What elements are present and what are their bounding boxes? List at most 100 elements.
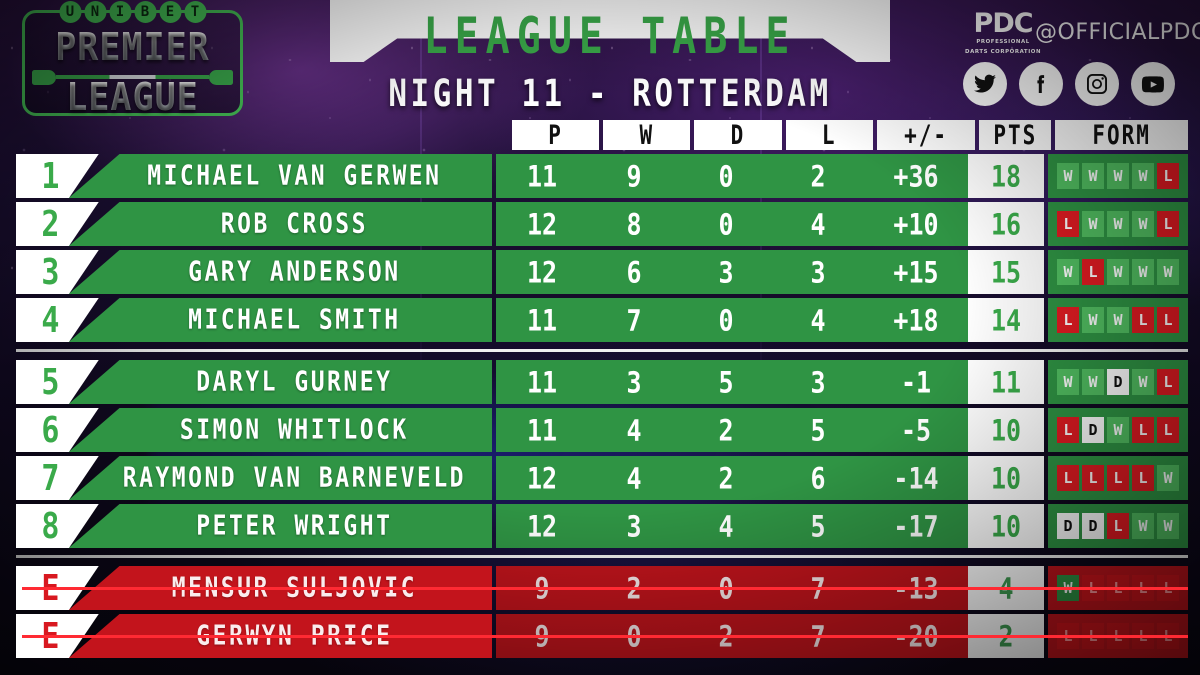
player-name-text: SIMON WHITLOCK	[179, 414, 409, 446]
position-badge-text: 6	[41, 409, 60, 451]
unibet-letter: U	[59, 1, 81, 23]
form-badge-l: L	[1157, 417, 1179, 443]
unibet-letter: B	[134, 1, 156, 23]
cell-played-text: 11	[526, 302, 558, 338]
column-header-l: L	[785, 120, 873, 150]
cell-points-text: 10	[990, 508, 1022, 544]
table-row[interactable]: E MENSUR SULJOVIC 9 2 0 7 -13 4 W L L L L	[16, 566, 1188, 610]
cell-leg-difference-text: -1	[900, 364, 932, 400]
cell-points: 15	[968, 250, 1044, 294]
cell-played-text: 9	[534, 618, 550, 654]
table-row[interactable]: E GERWYN PRICE 9 0 2 7 -20 2 L L L L L	[16, 614, 1188, 658]
cell-drawn: 5	[680, 360, 772, 404]
cell-won: 3	[588, 360, 680, 404]
player-name: GARY ANDERSON	[68, 250, 492, 294]
form-badge-l: L	[1157, 307, 1179, 333]
row-stats: 12 3 4 5 -17 10 D D L W W	[496, 504, 1188, 548]
social-links	[963, 62, 1175, 106]
column-header-w: W	[603, 120, 691, 150]
cell-leg-difference-text: -13	[893, 570, 939, 606]
table-row[interactable]: 1 MICHAEL VAN GERWEN 11 9 0 2 +36 18 W W W W L	[16, 154, 1188, 198]
cell-leg-difference: +10	[864, 202, 968, 246]
row-stats: 11 4 2 5 -5 10 L D W L L	[496, 408, 1188, 452]
instagram-icon[interactable]	[1075, 62, 1119, 106]
table-row[interactable]: 6 SIMON WHITLOCK 11 4 2 5 -5 10 L D W L L	[16, 408, 1188, 452]
pdc-handle: @OFFICIALPDC	[1035, 20, 1200, 45]
cell-won-text: 4	[626, 412, 642, 448]
form-badge-l: L	[1082, 575, 1104, 601]
cell-played: 12	[496, 504, 588, 548]
cell-drawn-text: 2	[718, 460, 734, 496]
form-guide: DDLWW	[1048, 504, 1188, 548]
cell-played: 12	[496, 456, 588, 500]
row-stats: 9 0 2 7 -20 2 L L L L L	[496, 614, 1188, 658]
pdc-logo: PDC PROFESSIONAL DARTS CORPORATION	[965, 10, 1041, 56]
form-badge-l: L	[1132, 307, 1154, 333]
player-name: MICHAEL VAN GERWEN	[68, 154, 492, 198]
youtube-icon[interactable]	[1131, 62, 1175, 106]
cell-won-text: 7	[626, 302, 642, 338]
player-name: MICHAEL SMITH	[68, 298, 492, 342]
row-stats: 11 3 5 3 -1 11 W W D W L	[496, 360, 1188, 404]
pdc-wordmark: PDC	[973, 8, 1034, 39]
cell-points: 18	[968, 154, 1044, 198]
cell-lost-text: 7	[810, 570, 826, 606]
cell-won: 4	[588, 456, 680, 500]
form-guide: LWWWL	[1048, 202, 1188, 246]
table-row[interactable]: 5 DARYL GURNEY 11 3 5 3 -1 11 W W D W L	[16, 360, 1188, 404]
cell-leg-difference-text: +36	[893, 158, 939, 194]
form-badge-w: W	[1107, 211, 1129, 237]
cell-won: 7	[588, 298, 680, 342]
cell-won-text: 4	[626, 460, 642, 496]
form-badge-w: W	[1157, 465, 1179, 491]
position-badge-text: 2	[41, 203, 60, 245]
cell-points: 11	[968, 360, 1044, 404]
cell-leg-difference: -13	[864, 566, 968, 610]
player-name-text: GERWYN PRICE	[196, 620, 393, 652]
form-badge-w: W	[1132, 369, 1154, 395]
cell-leg-difference-text: -14	[893, 460, 939, 496]
form-badge-l: L	[1107, 513, 1129, 539]
table-column-headers: P W D L +/- PTS FORM	[512, 120, 1188, 150]
cell-drawn: 2	[680, 456, 772, 500]
position-badge-text: 5	[41, 361, 60, 403]
position-badge-text: 8	[41, 505, 60, 547]
cell-points-text: 16	[990, 206, 1022, 242]
player-name-text: RAYMOND VAN BARNEVELD	[122, 462, 467, 494]
twitter-icon[interactable]	[963, 62, 1007, 106]
table-row[interactable]: 7 RAYMOND VAN BARNEVELD 12 4 2 6 -14 10 L L L L W	[16, 456, 1188, 500]
facebook-icon[interactable]	[1019, 62, 1063, 106]
form-badge-l: L	[1107, 623, 1129, 649]
cell-played: 12	[496, 250, 588, 294]
cell-won-text: 0	[626, 618, 642, 654]
form-badge-w: W	[1057, 369, 1079, 395]
cell-won: 2	[588, 566, 680, 610]
cell-lost-text: 5	[810, 412, 826, 448]
table-row[interactable]: 3 GARY ANDERSON 12 6 3 3 +15 15 W L W W W	[16, 250, 1188, 294]
form-badge-l: L	[1057, 307, 1079, 333]
table-group-mid-table: 5 DARYL GURNEY 11 3 5 3 -1 11 W W D W L 6 SIMON WHITLO…	[16, 360, 1188, 548]
cell-drawn: 3	[680, 250, 772, 294]
form-badge-l: L	[1057, 417, 1079, 443]
cell-drawn-text: 0	[718, 158, 734, 194]
cell-points: 10	[968, 408, 1044, 452]
unibet-letter: I	[109, 1, 131, 23]
table-row[interactable]: 8 PETER WRIGHT 12 3 4 5 -17 10 D D L W W	[16, 504, 1188, 548]
cell-lost-text: 2	[810, 158, 826, 194]
table-row[interactable]: 4 MICHAEL SMITH 11 7 0 4 +18 14 L W W L L	[16, 298, 1188, 342]
cell-won-text: 3	[626, 364, 642, 400]
cell-lost: 2	[772, 154, 864, 198]
cell-played: 12	[496, 202, 588, 246]
form-badge-l: L	[1057, 465, 1079, 491]
table-row[interactable]: 2 ROB CROSS 12 8 0 4 +10 16 L W W W L	[16, 202, 1188, 246]
cell-leg-difference-text: +15	[893, 254, 939, 290]
cell-played: 11	[496, 298, 588, 342]
cell-lost: 7	[772, 614, 864, 658]
form-badge-w: W	[1082, 307, 1104, 333]
player-name-text: MICHAEL SMITH	[188, 304, 401, 336]
cell-won-text: 6	[626, 254, 642, 290]
player-name-text: ROB CROSS	[220, 208, 368, 240]
cell-points-text: 10	[990, 460, 1022, 496]
cell-points-text: 18	[990, 158, 1022, 194]
position-badge-text: 7	[41, 457, 60, 499]
